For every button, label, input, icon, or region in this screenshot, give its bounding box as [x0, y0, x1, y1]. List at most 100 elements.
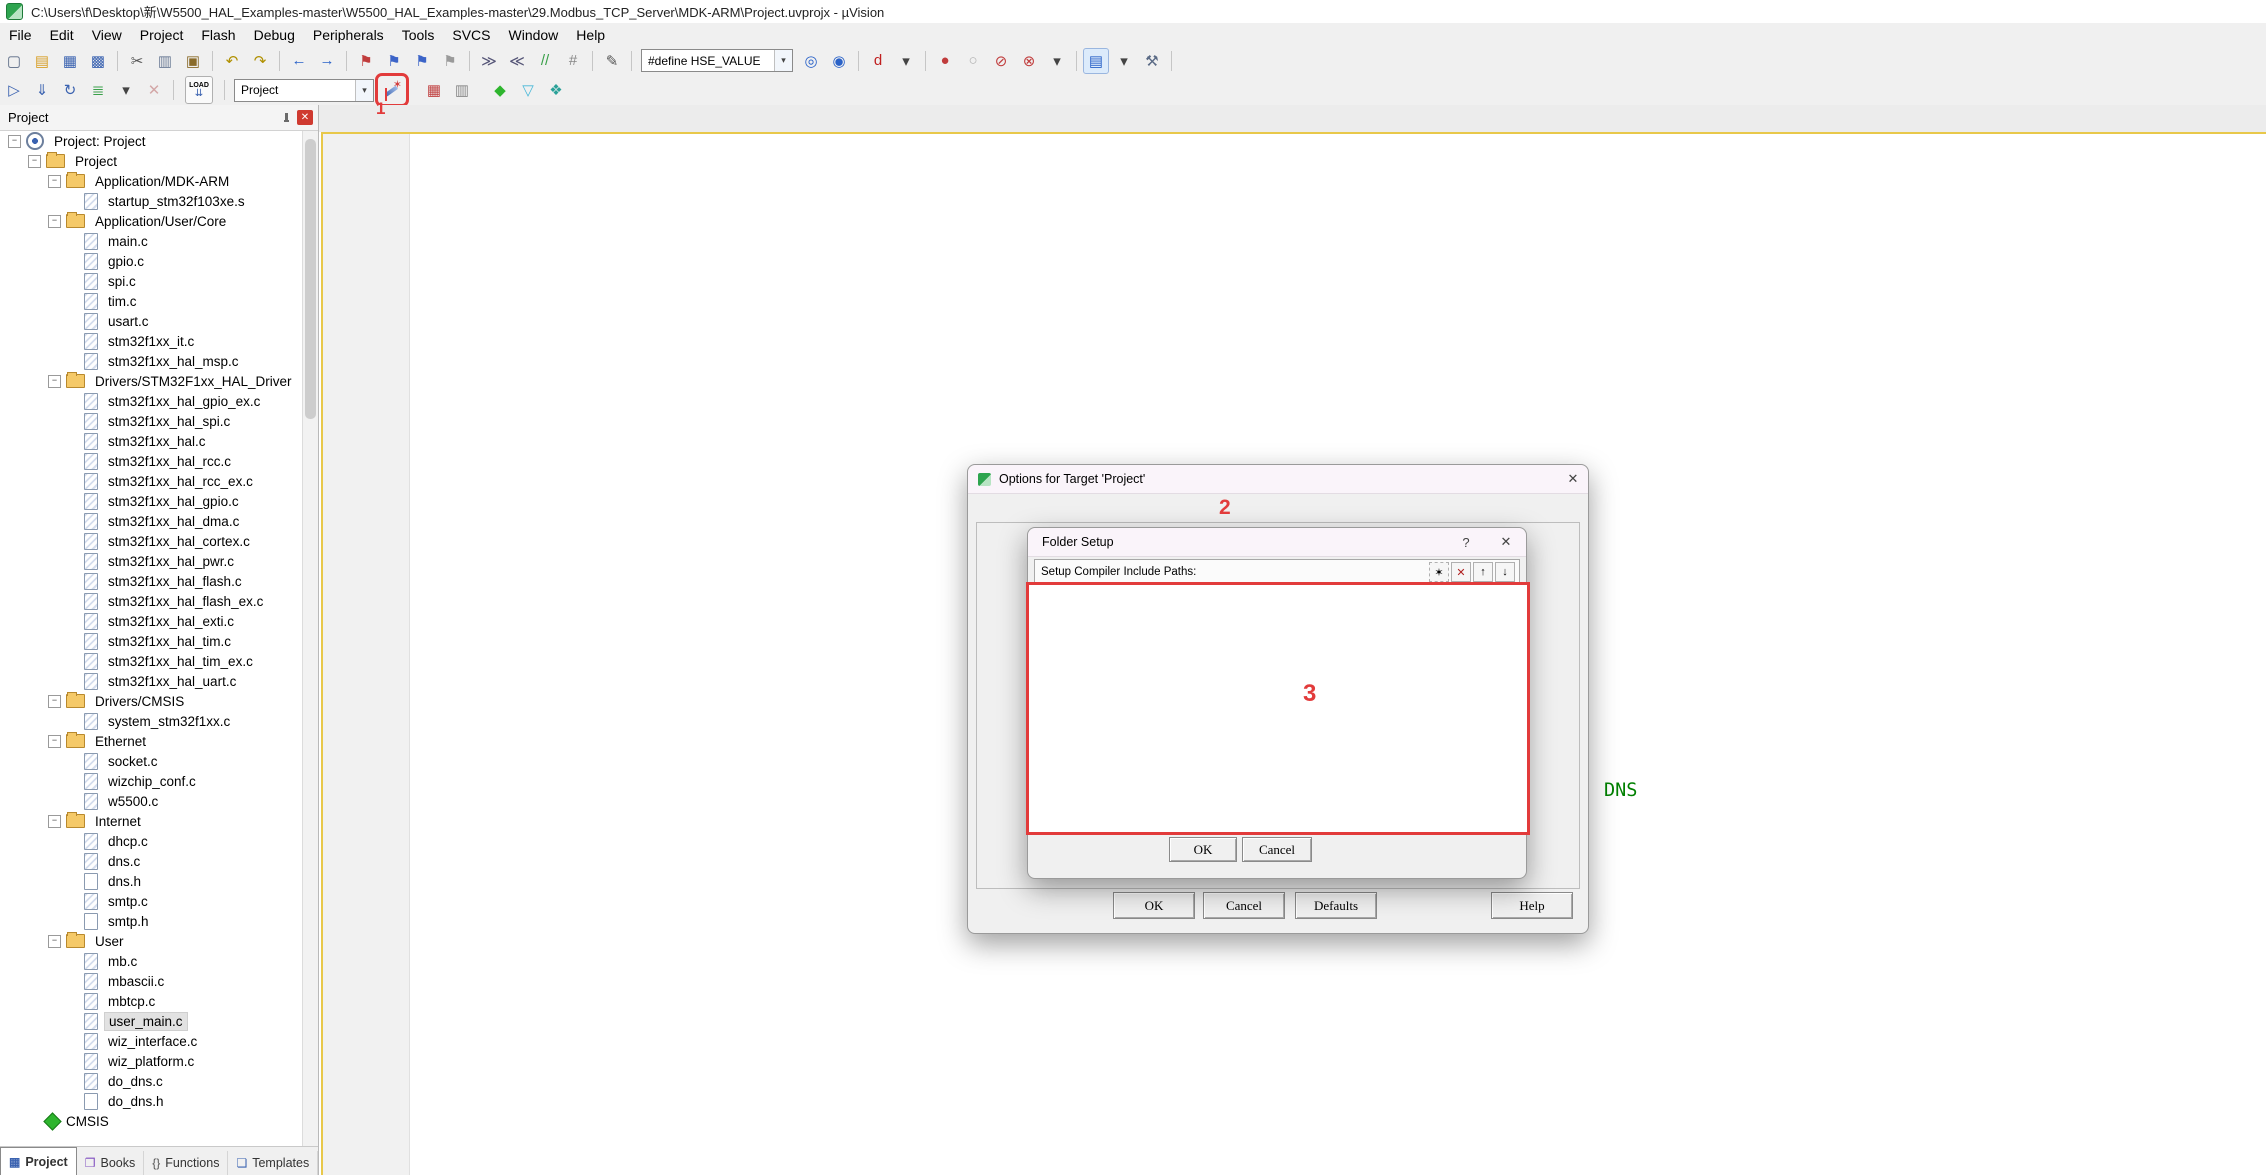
close-icon[interactable]: ✕: [297, 110, 313, 125]
bookmark-clear-icon[interactable]: ⚑: [437, 48, 463, 74]
pin-icon[interactable]: [279, 111, 293, 125]
tree-item[interactable]: Project: [0, 151, 302, 171]
tree-item[interactable]: stm32f1xx_hal_tim.c: [0, 631, 302, 651]
menu-item-file[interactable]: File: [0, 24, 41, 46]
tree-item[interactable]: startup_stm32f103xe.s: [0, 191, 302, 211]
tree-expander-icon[interactable]: [28, 155, 41, 168]
dropdown-icon[interactable]: ▾: [1044, 48, 1070, 74]
tree-item[interactable]: Project: Project: [0, 131, 302, 151]
tree-item[interactable]: usart.c: [0, 311, 302, 331]
tree-expander-icon[interactable]: [48, 215, 61, 228]
menu-item-svcs[interactable]: SVCS: [443, 24, 499, 46]
bp-kill-all-icon[interactable]: ⊗: [1016, 48, 1042, 74]
uncomment-icon[interactable]: #: [560, 48, 586, 74]
tree-item[interactable]: wizchip_conf.c: [0, 771, 302, 791]
find-d-icon[interactable]: d: [865, 48, 891, 74]
tree-item[interactable]: smtp.h: [0, 911, 302, 931]
nav-forward-icon[interactable]: →: [314, 48, 340, 74]
context-help-icon[interactable]: ✎: [599, 48, 625, 74]
tree-item[interactable]: stm32f1xx_hal_gpio_ex.c: [0, 391, 302, 411]
tree-item[interactable]: Drivers/CMSIS: [0, 691, 302, 711]
close-icon[interactable]: ✕: [1558, 471, 1588, 487]
cancel-button[interactable]: Cancel: [1242, 837, 1312, 862]
tree-item[interactable]: CMSIS: [0, 1111, 302, 1131]
bp-toggle-icon[interactable]: ●: [932, 48, 958, 74]
tree-item[interactable]: stm32f1xx_hal_rcc.c: [0, 451, 302, 471]
bookmark-prev-icon[interactable]: ⚑: [381, 48, 407, 74]
tree-item[interactable]: stm32f1xx_hal_cortex.c: [0, 531, 302, 551]
save-icon[interactable]: ▦: [57, 48, 83, 74]
ok-button[interactable]: OK: [1169, 837, 1237, 862]
pack-installer-icon[interactable]: ◆: [487, 77, 513, 103]
menu-item-window[interactable]: Window: [500, 24, 568, 46]
tree-item[interactable]: stm32f1xx_hal_dma.c: [0, 511, 302, 531]
tree-item[interactable]: gpio.c: [0, 251, 302, 271]
tree-item[interactable]: user_main.c: [0, 1011, 302, 1031]
manage-run-env-icon[interactable]: ▦: [421, 77, 447, 103]
batch-build-icon[interactable]: ≣: [85, 77, 111, 103]
options-dialog-titlebar[interactable]: Options for Target 'Project' ✕: [968, 465, 1588, 494]
tree-scrollbar[interactable]: [302, 131, 318, 1147]
tree-expander-icon[interactable]: [48, 935, 61, 948]
indent-right-icon[interactable]: ≫: [476, 48, 502, 74]
help-icon[interactable]: ?: [1446, 535, 1486, 550]
chevron-down-icon[interactable]: ▾: [774, 50, 792, 71]
tree-expander-icon[interactable]: [48, 695, 61, 708]
dropdown-icon[interactable]: ▾: [1111, 48, 1137, 74]
tree-scrollbar-thumb[interactable]: [305, 139, 316, 419]
paste-icon[interactable]: ▣: [180, 48, 206, 74]
tree-item[interactable]: Ethernet: [0, 731, 302, 751]
bottom-tab-project[interactable]: ▦Project: [0, 1147, 77, 1175]
help-button[interactable]: Help: [1491, 892, 1573, 919]
include-paths-list[interactable]: [1026, 582, 1530, 835]
tree-item[interactable]: stm32f1xx_hal_flash_ex.c: [0, 591, 302, 611]
find-in-files-icon[interactable]: ◎: [798, 48, 824, 74]
tree-item[interactable]: tim.c: [0, 291, 302, 311]
tree-item[interactable]: stm32f1xx_hal_msp.c: [0, 351, 302, 371]
tree-item[interactable]: dns.c: [0, 851, 302, 871]
bookmark-toggle-icon[interactable]: ⚑: [353, 48, 379, 74]
tree-item[interactable]: stm32f1xx_hal_flash.c: [0, 571, 302, 591]
tree-item[interactable]: dhcp.c: [0, 831, 302, 851]
tree-item[interactable]: do_dns.h: [0, 1091, 302, 1111]
tree-item[interactable]: dns.h: [0, 871, 302, 891]
tree-item[interactable]: User: [0, 931, 302, 951]
bookmark-next-icon[interactable]: ⚑: [409, 48, 435, 74]
cancel-button[interactable]: Cancel: [1203, 892, 1285, 919]
tree-item[interactable]: stm32f1xx_hal_tim_ex.c: [0, 651, 302, 671]
tree-item[interactable]: Internet: [0, 811, 302, 831]
move-down-icon[interactable]: ↓: [1495, 562, 1515, 582]
comment-icon[interactable]: //: [532, 48, 558, 74]
tree-expander-icon[interactable]: [48, 815, 61, 828]
tree-item[interactable]: stm32f1xx_hal_exti.c: [0, 611, 302, 631]
menu-item-project[interactable]: Project: [131, 24, 193, 46]
tree-item[interactable]: w5500.c: [0, 791, 302, 811]
menu-item-peripherals[interactable]: Peripherals: [304, 24, 393, 46]
bp-disable-icon[interactable]: ○: [960, 48, 986, 74]
tree-item[interactable]: stm32f1xx_hal_spi.c: [0, 411, 302, 431]
menu-item-debug[interactable]: Debug: [245, 24, 304, 46]
tree-item[interactable]: Application/User/Core: [0, 211, 302, 231]
define-combo[interactable]: #define HSE_VALUE▾: [641, 49, 793, 72]
move-up-icon[interactable]: ↑: [1473, 562, 1493, 582]
bottom-tab-functions[interactable]: {}Functions: [144, 1151, 228, 1175]
chevron-down-icon[interactable]: ▾: [355, 80, 373, 101]
tree-item[interactable]: stm32f1xx_hal_uart.c: [0, 671, 302, 691]
tree-item[interactable]: Application/MDK-ARM: [0, 171, 302, 191]
translate-icon[interactable]: ▷: [1, 77, 27, 103]
find-symbols-icon[interactable]: ◉: [826, 48, 852, 74]
tree-item[interactable]: do_dns.c: [0, 1071, 302, 1091]
delete-path-icon[interactable]: ✕: [1451, 562, 1471, 582]
tree-expander-icon[interactable]: [48, 375, 61, 388]
tree-item[interactable]: wiz_platform.c: [0, 1051, 302, 1071]
redo-icon[interactable]: ↷: [247, 48, 273, 74]
copy-icon[interactable]: ▥: [152, 48, 178, 74]
menu-item-edit[interactable]: Edit: [41, 24, 83, 46]
load-button[interactable]: LOAD⇊: [185, 76, 213, 104]
tree-expander-icon[interactable]: [48, 735, 61, 748]
tree-item[interactable]: spi.c: [0, 271, 302, 291]
tree-item[interactable]: main.c: [0, 231, 302, 251]
manage-books-icon[interactable]: ❖: [543, 77, 569, 103]
menu-item-flash[interactable]: Flash: [192, 24, 244, 46]
tree-item[interactable]: mbascii.c: [0, 971, 302, 991]
